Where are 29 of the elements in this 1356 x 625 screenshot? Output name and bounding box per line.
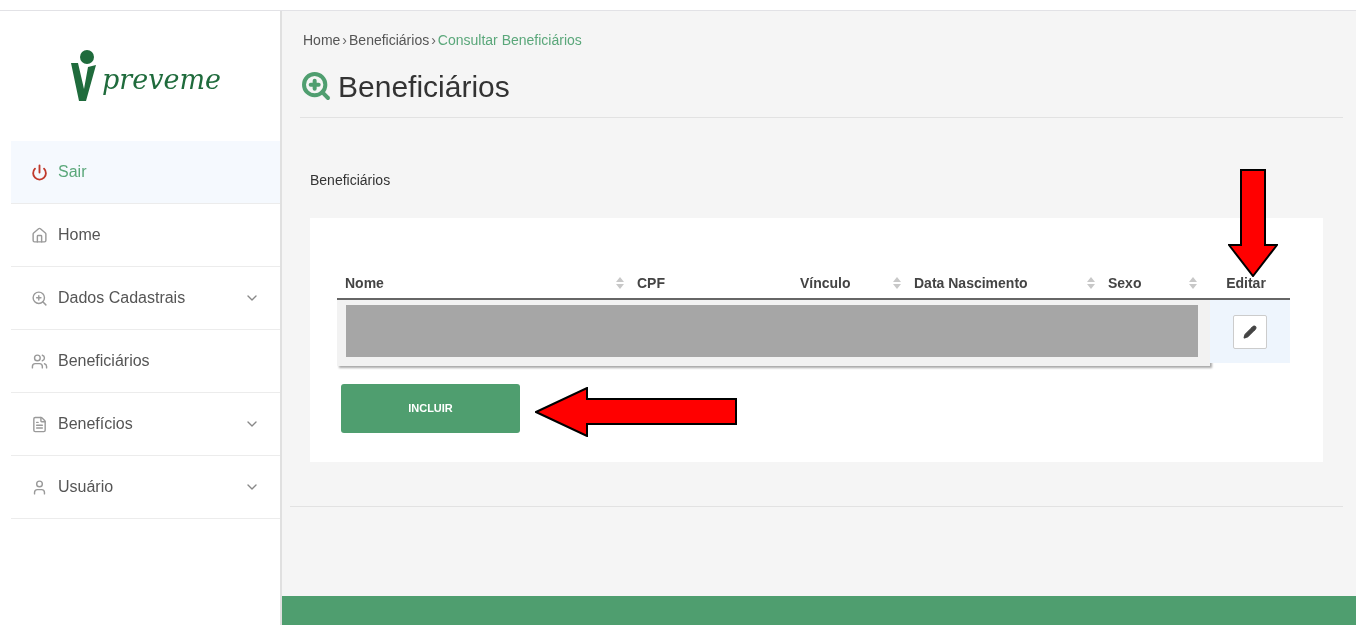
zoom-in-icon xyxy=(31,289,48,307)
logo-icon xyxy=(70,49,98,103)
power-icon xyxy=(31,163,48,181)
page-title: Beneficiários xyxy=(338,68,510,105)
column-header[interactable]: Nome xyxy=(345,272,384,294)
user-icon xyxy=(31,478,48,496)
pencil-icon xyxy=(1243,324,1257,339)
sidebar-label: Sair xyxy=(58,162,88,182)
column-header: Editar xyxy=(1226,273,1266,293)
sidebar-label: Benefícios xyxy=(58,414,134,434)
breadcrumb-separator: › xyxy=(341,30,349,50)
breadcrumb-link[interactable]: Beneficiários xyxy=(349,29,430,51)
document-icon xyxy=(31,415,48,433)
edit-button[interactable] xyxy=(1233,314,1267,349)
sidebar-label: Home xyxy=(58,225,102,245)
logo-text: preveme xyxy=(102,62,221,97)
sidebar-label: Usuário xyxy=(58,477,115,497)
sidebar-label: Dados Cadastrais xyxy=(58,288,187,308)
users-icon xyxy=(31,352,48,370)
section-label: Beneficiários xyxy=(310,171,391,190)
breadcrumb-separator: › xyxy=(430,30,437,50)
column-header[interactable]: Data Nascimento xyxy=(914,272,1028,294)
sidebar-label: Beneficiários xyxy=(58,351,151,371)
column-header: CPF xyxy=(637,273,665,293)
column-header[interactable]: Sexo xyxy=(1108,272,1142,294)
column-header[interactable]: Vínculo xyxy=(800,272,851,294)
breadcrumb-link[interactable]: Home xyxy=(303,29,341,51)
home-icon xyxy=(31,226,48,244)
zoom-in-icon xyxy=(300,70,332,102)
